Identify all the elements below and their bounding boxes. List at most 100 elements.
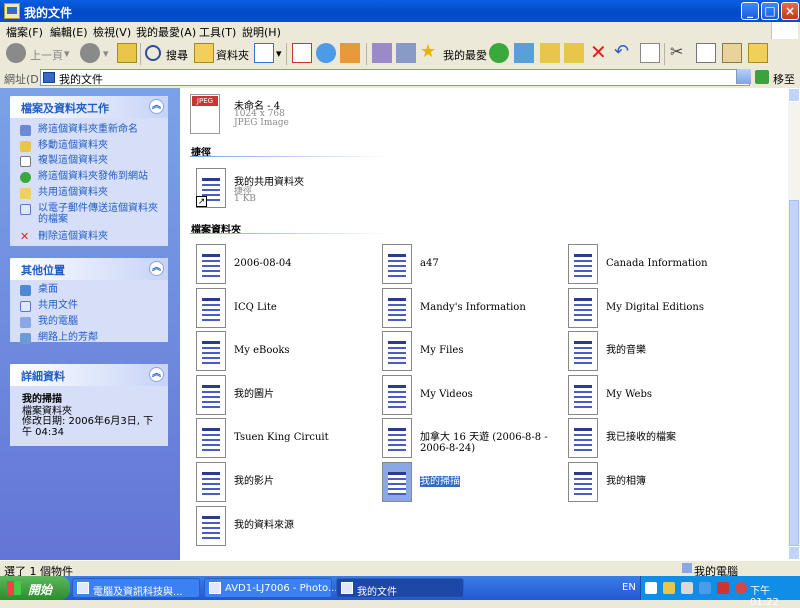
folder-item[interactable] [382, 244, 412, 284]
undo-icon[interactable]: ↶ [614, 43, 634, 63]
collapse-chevron-icon[interactable]: ︽ [149, 99, 164, 114]
folder-name[interactable]: 加拿大 16 天遊 (2006-8-8 - 2006-8-24) [420, 432, 560, 454]
tray-icon[interactable] [663, 582, 675, 594]
folder-options-icon[interactable] [748, 43, 768, 63]
folder-name[interactable]: My Webs [606, 389, 652, 400]
folder-name[interactable]: 2006-08-04 [234, 258, 292, 269]
address-value[interactable]: 我的文件 [59, 71, 103, 87]
back-dropdown-icon[interactable]: ▾ [64, 47, 70, 60]
folder-item[interactable] [196, 244, 226, 284]
help-icon[interactable] [645, 582, 657, 594]
cube-icon[interactable] [372, 43, 392, 63]
details-header[interactable]: 詳細資料 ︽ [10, 364, 168, 386]
menu-file[interactable]: 檔案(F) [6, 24, 43, 40]
clock[interactable]: 下午 01:22 [750, 582, 800, 608]
network-icon[interactable] [699, 582, 711, 594]
folder-item[interactable] [568, 331, 598, 372]
folder-name[interactable]: a47 [420, 258, 439, 269]
folder-name[interactable]: Mandy's Information [420, 302, 526, 313]
security-icon[interactable] [735, 582, 747, 594]
taskbar-button-active[interactable]: 我的文件 [336, 578, 464, 598]
folder-item[interactable] [382, 374, 412, 415]
folder-name[interactable]: My Videos [420, 389, 473, 400]
close-button[interactable]: × [781, 2, 799, 20]
delete-icon[interactable]: ✕ [590, 42, 610, 63]
folder-name[interactable]: ICQ Lite [234, 302, 277, 313]
folder-item[interactable] [382, 418, 412, 459]
antivirus-icon[interactable] [717, 582, 729, 594]
folder-name[interactable]: My eBooks [234, 345, 290, 356]
folder-up-icon[interactable] [117, 43, 137, 63]
scroll-up-button[interactable] [788, 88, 800, 102]
history-icon[interactable] [489, 43, 509, 63]
folder-name[interactable]: 我的影片 [234, 476, 274, 487]
collapse-chevron-icon[interactable]: ︽ [149, 261, 164, 276]
jpeg-file-item[interactable]: JPEG [190, 94, 222, 134]
folder-name[interactable]: 我的資料來源 [234, 520, 294, 531]
folder-item[interactable] [382, 462, 412, 502]
maximize-button[interactable]: □ [761, 2, 779, 20]
folder-item[interactable] [568, 244, 598, 284]
task-email-folder[interactable]: 以電子郵件傳送這個資料夾的檔案 [20, 203, 166, 225]
vertical-scrollbar[interactable] [788, 88, 800, 560]
folder-item[interactable] [196, 462, 226, 502]
move-to-icon[interactable] [540, 43, 560, 63]
views-dropdown-icon[interactable]: ▾ [276, 47, 282, 60]
folders-icon[interactable] [194, 43, 214, 63]
folder-item[interactable] [382, 331, 412, 372]
cut-icon[interactable]: ✂ [670, 43, 690, 63]
cube-delete-icon[interactable] [396, 43, 416, 63]
scroll-thumb[interactable] [789, 200, 799, 546]
search-button-label[interactable]: 搜尋 [166, 47, 188, 63]
language-indicator[interactable]: EN [622, 582, 636, 593]
forward-arrow-icon[interactable] [80, 43, 100, 63]
folder-item[interactable] [196, 287, 226, 328]
views-icon[interactable] [254, 43, 274, 63]
folder-item[interactable] [568, 462, 598, 502]
address-input[interactable]: 我的文件 [40, 69, 750, 86]
search-icon[interactable] [145, 45, 161, 61]
folder-name[interactable]: 我的音樂 [606, 345, 646, 356]
shortcut-item[interactable]: ↗ [196, 168, 226, 208]
folder-item[interactable] [382, 287, 412, 328]
home-icon[interactable] [340, 43, 360, 63]
other-places-header[interactable]: 其他位置 ︽ [10, 258, 168, 280]
folder-item[interactable] [568, 374, 598, 415]
properties-icon[interactable] [640, 43, 660, 63]
back-button-label[interactable]: 上一頁 [30, 47, 63, 63]
menu-help[interactable]: 說明(H) [242, 24, 281, 40]
go-arrow-icon[interactable] [755, 70, 769, 84]
title-bar[interactable]: 我的文件 _ □ × [0, 0, 800, 22]
folder-name[interactable]: Tsuen King Circuit [234, 432, 329, 443]
menu-edit[interactable]: 編輯(E) [50, 24, 88, 40]
folder-name[interactable]: 我已接收的檔案 [606, 432, 676, 443]
folders-button-label[interactable]: 資料夾 [216, 47, 249, 63]
refresh-icon[interactable] [316, 43, 336, 63]
speaker-icon[interactable] [681, 582, 693, 594]
copy-icon[interactable] [696, 43, 716, 63]
menu-favorites[interactable]: 我的最愛(A) [136, 24, 196, 40]
address-dropdown-button[interactable] [736, 69, 751, 84]
media-icon[interactable] [514, 43, 534, 63]
tasks-panel-header[interactable]: 檔案及資料夾工作 ︽ [10, 96, 168, 118]
stop-icon[interactable] [292, 43, 312, 63]
folder-name[interactable]: 我的圖片 [234, 389, 274, 400]
folder-item[interactable] [196, 331, 226, 372]
go-button-label[interactable]: 移至 [773, 71, 795, 87]
folder-name[interactable]: 我的相簿 [606, 476, 646, 487]
menu-tools[interactable]: 工具(T) [199, 24, 236, 40]
copy-to-icon[interactable] [564, 43, 584, 63]
paste-icon[interactable] [722, 43, 742, 63]
scroll-down-button[interactable] [788, 546, 800, 560]
folder-item[interactable] [196, 374, 226, 415]
forward-dropdown-icon[interactable]: ▾ [103, 47, 109, 60]
collapse-chevron-icon[interactable]: ︽ [149, 367, 164, 382]
favorites-button-label[interactable]: 我的最愛 [443, 47, 487, 63]
folder-item[interactable] [196, 418, 226, 459]
back-arrow-icon[interactable] [6, 43, 26, 63]
folder-name[interactable]: My Files [420, 345, 463, 356]
folder-item[interactable] [196, 505, 226, 546]
folder-name[interactable]: 我的掃描 [420, 476, 460, 487]
folder-item[interactable] [568, 418, 598, 459]
taskbar-button[interactable]: AVD1-LJ7006 - Photo... [204, 578, 338, 598]
